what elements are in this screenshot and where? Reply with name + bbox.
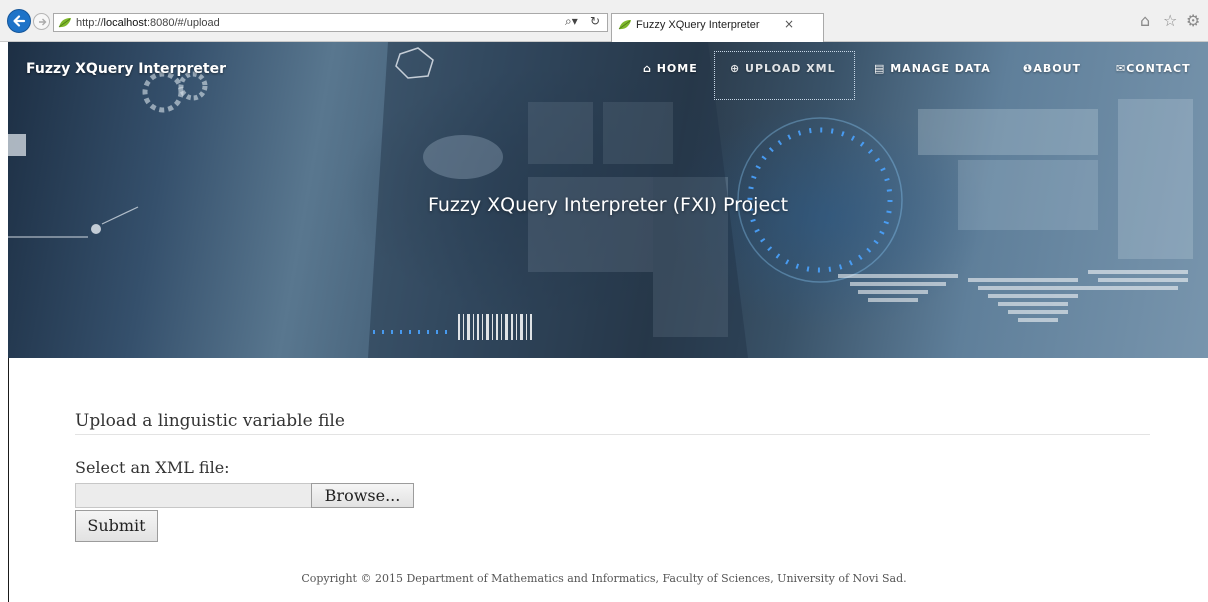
back-button[interactable] [7, 9, 31, 33]
site-brand[interactable]: Fuzzy XQuery Interpreter [26, 61, 226, 77]
browse-button[interactable]: Browse... [311, 483, 414, 508]
tab-close-icon[interactable]: × [784, 17, 794, 31]
nav-contact[interactable]: ✉CONTACT [1116, 62, 1191, 75]
arrow-right-icon [38, 18, 46, 25]
nav-home[interactable]: ⌂ HOME [643, 62, 698, 75]
heading-divider [75, 434, 1150, 435]
home-icon[interactable]: ⌂ [1140, 11, 1150, 30]
upload-icon: ⊕ [730, 62, 746, 75]
browser-tab[interactable]: Fuzzy XQuery Interpreter × [611, 13, 824, 42]
info-icon: ❶ [1023, 62, 1034, 75]
nav-manage-data[interactable]: ▤ MANAGE DATA [874, 62, 991, 75]
tab-title: Fuzzy XQuery Interpreter [636, 19, 760, 31]
browser-chrome: http://localhost:8080/#/upload ⌕▾ ↻ Fuzz… [0, 0, 1208, 42]
mail-icon: ✉ [1116, 62, 1127, 75]
upload-heading: Upload a linguistic variable file [75, 411, 345, 431]
home-icon: ⌂ [643, 62, 657, 75]
address-url: http://localhost:8080/#/upload [76, 17, 220, 29]
submit-button[interactable]: Submit [75, 510, 158, 542]
gear-icon[interactable]: ⚙ [1186, 11, 1200, 30]
nav-about[interactable]: ❶ABOUT [1023, 62, 1081, 75]
forward-button[interactable] [33, 13, 50, 30]
page-left-border [8, 358, 9, 602]
nav-focus-outline [714, 51, 855, 100]
star-icon[interactable]: ☆ [1163, 11, 1177, 30]
hero-title: Fuzzy XQuery Interpreter (FXI) Project [427, 194, 789, 216]
leaf-favicon-icon [58, 18, 71, 28]
search-icon[interactable]: ⌕▾ [565, 14, 578, 29]
hero-banner: Fuzzy XQuery Interpreter ⌂ HOME ⊕ UPLOAD… [8, 42, 1208, 358]
refresh-icon[interactable]: ↻ [590, 14, 600, 28]
file-path-field[interactable] [75, 483, 311, 508]
file-select-label: Select an XML file: [75, 458, 230, 477]
arrow-left-icon [13, 15, 26, 27]
footer-copyright: Copyright © 2015 Department of Mathemati… [301, 572, 907, 585]
address-bar[interactable]: http://localhost:8080/#/upload [53, 13, 608, 32]
leaf-favicon-icon [618, 20, 631, 30]
nav-upload-xml[interactable]: ⊕ UPLOAD XML [730, 62, 836, 75]
list-icon: ▤ [874, 62, 891, 75]
